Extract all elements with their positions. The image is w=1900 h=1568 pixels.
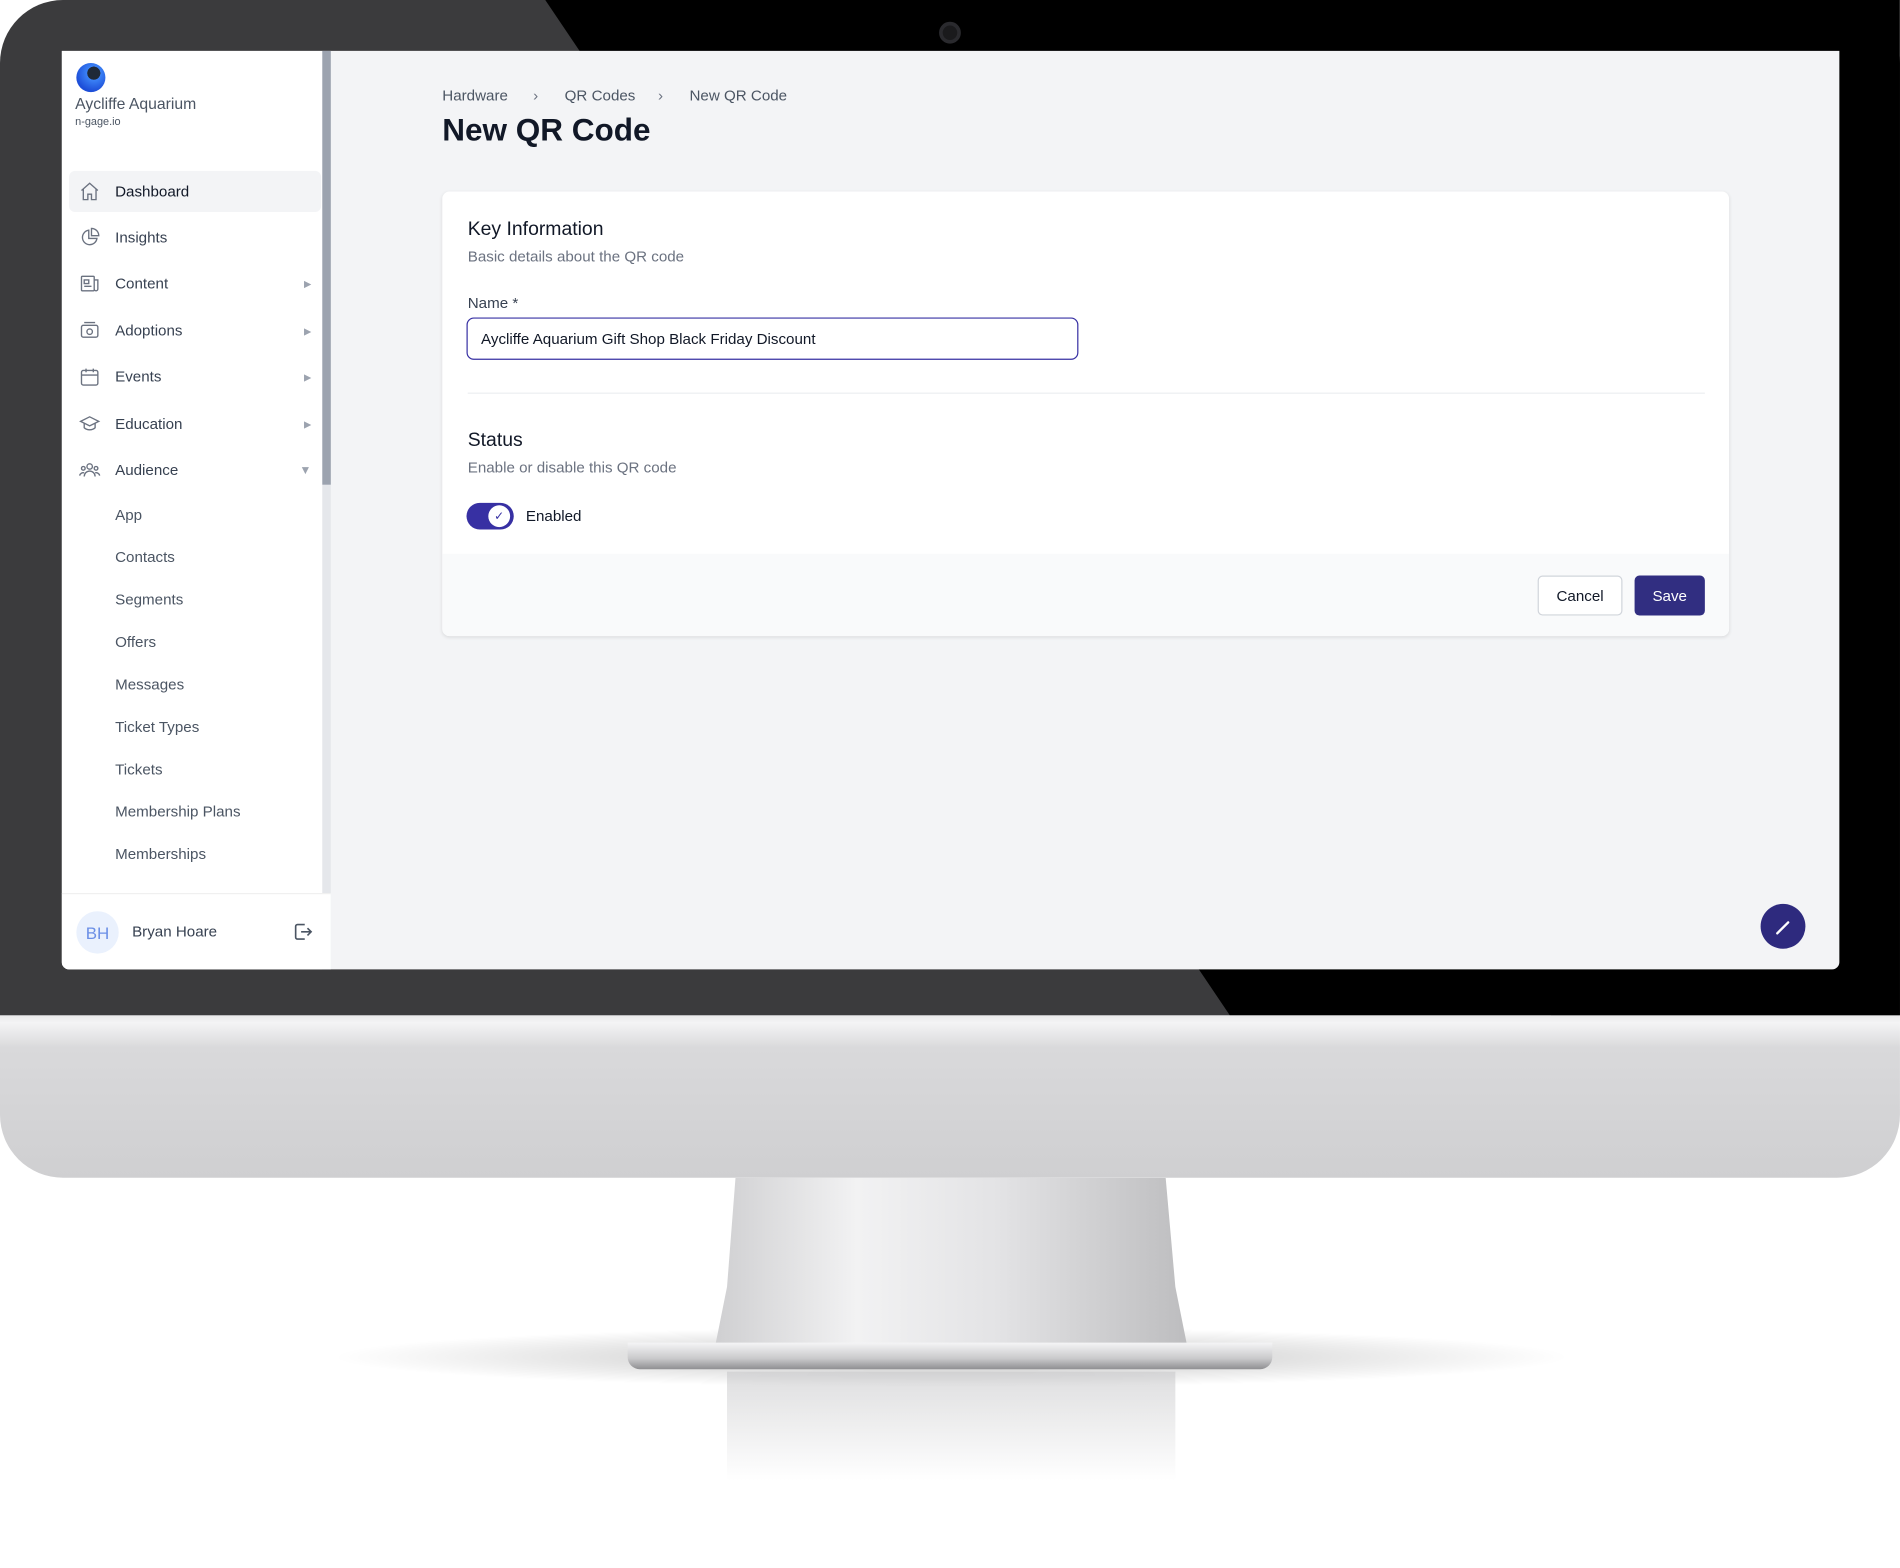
chevron-right-icon: ▶ [303, 371, 312, 383]
avatar[interactable]: BH [76, 911, 119, 954]
sidebar-subitem-ticket-types[interactable]: Ticket Types [115, 719, 199, 736]
org-domain: n-gage.io [75, 115, 121, 128]
sidebar-item-events[interactable]: Events ▶ [69, 356, 321, 397]
sidebar-subitem-memberships[interactable]: Memberships [115, 846, 206, 863]
newspaper-icon [78, 271, 102, 295]
chevron-right-icon: ▶ [303, 418, 312, 430]
sidebar-item-label: Events [115, 368, 162, 386]
users-icon [78, 458, 102, 482]
graduation-cap-icon [78, 412, 102, 436]
camera-icon [939, 21, 961, 44]
user-panel: BH Bryan Hoare [61, 893, 331, 970]
section-subtitle-key-info: Basic details about the QR code [467, 248, 685, 266]
chevron-right-icon: ▶ [303, 325, 312, 337]
screen: Aycliffe Aquarium n-gage.io Dashboard In… [61, 50, 1840, 970]
page-title: New QR Code [442, 111, 651, 148]
chevron-down-icon: ▼ [299, 463, 312, 477]
sidebar-subitem-app[interactable]: App [115, 506, 142, 523]
check-icon: ✓ [488, 505, 511, 528]
name-input[interactable] [466, 317, 1079, 360]
edit-button[interactable] [1760, 903, 1806, 949]
monitor-base [627, 1342, 1273, 1370]
sidebar-item-dashboard[interactable]: Dashboard [69, 170, 322, 213]
cancel-button[interactable]: Cancel [1537, 575, 1623, 616]
section-title-status: Status [467, 430, 523, 451]
pencil-icon [1775, 920, 1789, 934]
stand-reflection [727, 1371, 1176, 1481]
section-title-key-info: Key Information [467, 219, 604, 240]
form-footer: Cancel Save [442, 553, 1730, 637]
sidebar: Aycliffe Aquarium n-gage.io Dashboard In… [61, 50, 323, 970]
breadcrumb-current: New QR Code [689, 87, 788, 105]
sidebar-item-label: Education [115, 415, 183, 433]
status-toggle-label: Enabled [525, 507, 582, 525]
sidebar-subitem-contacts[interactable]: Contacts [115, 549, 175, 566]
camera-icon [78, 319, 102, 343]
sidebar-item-label: Audience [115, 461, 179, 479]
sidebar-subitem-tickets[interactable]: Tickets [115, 761, 162, 778]
calendar-icon [78, 365, 102, 389]
home-icon [78, 179, 102, 203]
sidebar-subitem-messages[interactable]: Messages [115, 676, 184, 693]
monitor-stand [714, 1177, 1188, 1348]
sidebar-item-label: Insights [115, 229, 168, 246]
name-label: Name * [467, 294, 519, 312]
user-name: Bryan Hoare [132, 923, 218, 941]
sidebar-item-content[interactable]: Content ▶ [69, 263, 321, 304]
sidebar-item-label: Content [115, 275, 169, 293]
sidebar-item-label: Dashboard [115, 182, 190, 200]
breadcrumb-qr-codes[interactable]: QR Codes [565, 87, 636, 104]
sidebar-item-label: Adoptions [115, 322, 183, 340]
org-logo [76, 63, 106, 93]
sidebar-subitem-membership-plans[interactable]: Membership Plans [115, 803, 240, 820]
monitor-chin [0, 1015, 1900, 1178]
pie-chart-icon [78, 225, 102, 249]
logout-icon[interactable] [292, 921, 314, 943]
sidebar-subitem-segments[interactable]: Segments [115, 591, 183, 608]
chevron-right-icon: › [657, 87, 664, 105]
save-button[interactable]: Save [1634, 575, 1705, 616]
org-name: Aycliffe Aquarium [75, 94, 197, 113]
qr-code-form: Key Information Basic details about the … [442, 191, 1730, 637]
sidebar-item-insights[interactable]: Insights [69, 217, 321, 258]
breadcrumb-hardware[interactable]: Hardware [442, 87, 508, 104]
status-toggle[interactable]: ✓ [466, 502, 514, 530]
sidebar-item-education[interactable]: Education ▶ [69, 403, 321, 444]
chevron-right-icon: › [533, 87, 539, 105]
sidebar-item-adoptions[interactable]: Adoptions ▶ [69, 310, 321, 351]
divider [467, 392, 1705, 394]
section-subtitle-status: Enable or disable this QR code [467, 459, 677, 477]
sidebar-scrollbar-thumb[interactable] [322, 50, 331, 485]
chevron-right-icon: ▶ [303, 278, 312, 289]
sidebar-item-audience[interactable]: Audience ▼ [69, 450, 321, 491]
sidebar-subitem-offers[interactable]: Offers [115, 634, 156, 651]
